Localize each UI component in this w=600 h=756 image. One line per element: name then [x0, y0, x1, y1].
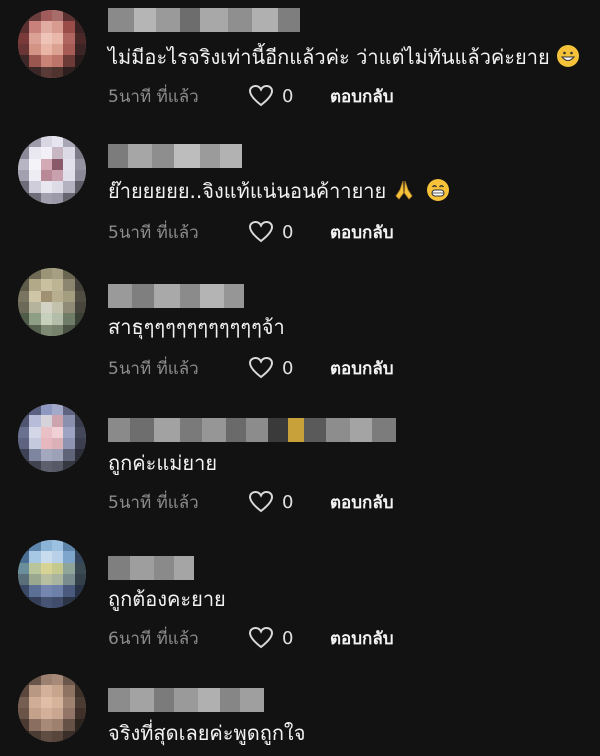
folded-hands-icon	[392, 178, 416, 202]
username-blurred[interactable]	[108, 8, 300, 32]
avatar[interactable]	[18, 10, 86, 78]
comment-item: ย๊ายยยยย..จิงแท้แน่นอนค้าายาย 5นาที ที่แ…	[0, 96, 600, 243]
comment-item: จริงที่สุดเลยค่ะพูดถูกใจ	[0, 640, 600, 756]
comment-item: ถูกต้องคะยาย 6นาที ที่แล้ว 0 ตอบกลับ	[0, 504, 600, 649]
avatar[interactable]	[18, 136, 86, 204]
avatar[interactable]	[18, 404, 86, 472]
comment-text: ย๊ายยยยย..จิงแท้แน่นอนค้าายาย	[108, 178, 450, 204]
avatar[interactable]	[18, 268, 86, 336]
comment-text: ถูกต้องคะยาย	[108, 587, 226, 611]
username-blurred[interactable]	[108, 688, 264, 712]
comment-text: ไม่มีอะไรจริงเท่านี้อีกแล้วค่ะ ว่าแต่ไม่…	[108, 44, 580, 70]
comment-item: สาธุๆๆๆๆๆๆๆๆๆๆๆจ้า 5นาที ที่แล้ว 0 ตอบกล…	[0, 232, 600, 379]
username-blurred[interactable]	[108, 418, 396, 442]
username-blurred[interactable]	[108, 144, 242, 168]
username-blurred[interactable]	[108, 284, 244, 308]
comment-text: สาธุๆๆๆๆๆๆๆๆๆๆๆจ้า	[108, 315, 285, 339]
username-blurred[interactable]	[108, 556, 194, 580]
comment-text: จริงที่สุดเลยค่ะพูดถูกใจ	[108, 721, 306, 745]
grinning-face-icon	[556, 44, 580, 68]
comment-item: ไม่มีอะไรจริงเท่านี้อีกแล้วค่ะ ว่าแต่ไม่…	[0, 0, 600, 107]
comment-text: ถูกค่ะแม่ยาย	[108, 451, 218, 475]
avatar[interactable]	[18, 674, 86, 742]
avatar[interactable]	[18, 540, 86, 608]
grinning-face-icon	[426, 178, 450, 202]
comment-item: ถูกค่ะแม่ยาย 5นาที ที่แล้ว 0 ตอบกลับ	[0, 368, 600, 513]
